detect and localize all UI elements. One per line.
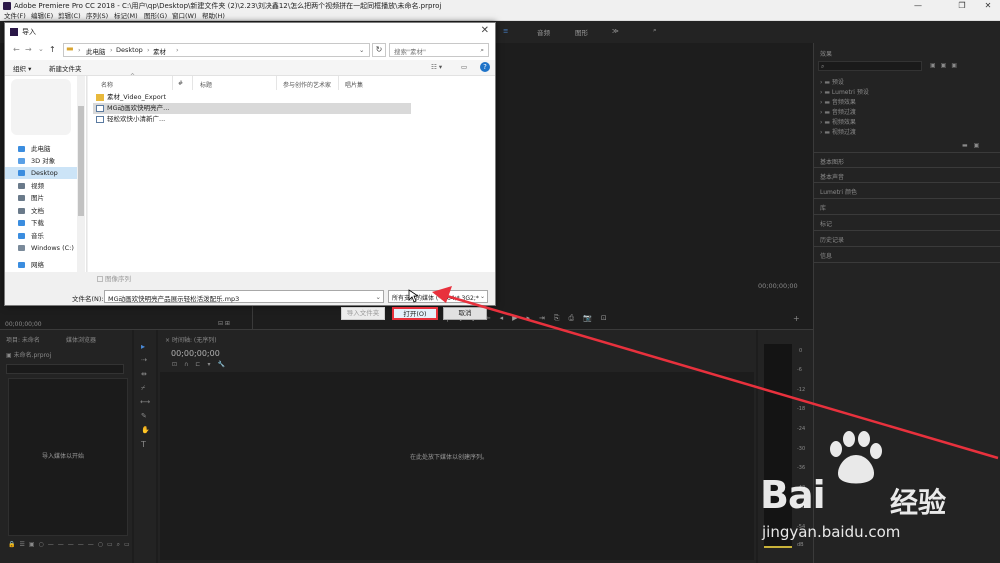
watermark-url: jingyan.baidu.com — [762, 523, 901, 541]
arrow-head — [432, 286, 452, 303]
baidu-watermark: Bai 经验 jingyan.baidu.com — [760, 429, 970, 541]
watermark-brand: Bai — [760, 473, 826, 517]
mouse-cursor-icon — [408, 289, 418, 303]
watermark-brand-cn: 经验 — [890, 486, 947, 519]
paw-logo-icon — [830, 431, 882, 484]
